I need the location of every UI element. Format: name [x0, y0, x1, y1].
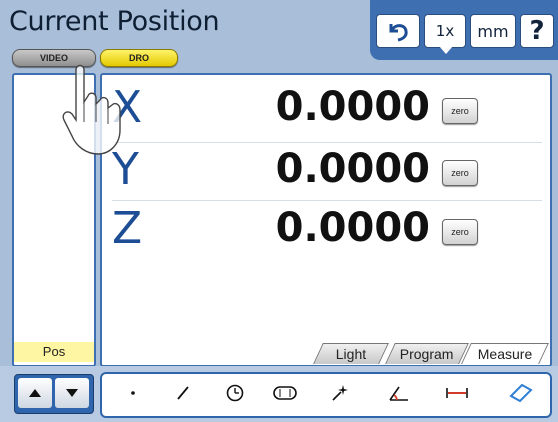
axis-value: 0.0000: [275, 146, 430, 192]
zoom-button[interactable]: 1x: [424, 14, 466, 48]
measure-auto-button[interactable]: [322, 378, 356, 408]
divider: [112, 142, 542, 143]
undo-icon: [389, 24, 408, 42]
point-icon: [131, 391, 135, 395]
up-arrow-icon: [29, 389, 41, 397]
measure-circle-button[interactable]: [218, 378, 252, 408]
pos-label[interactable]: Pos: [14, 342, 94, 362]
tab-program[interactable]: Program: [385, 343, 469, 364]
undo-button[interactable]: [376, 14, 420, 48]
measure-angle-button[interactable]: [382, 378, 416, 408]
tab-light[interactable]: Light: [313, 343, 389, 364]
pointer-hand-icon: [62, 64, 121, 155]
line-icon: [177, 386, 189, 400]
axis-letter: Z: [112, 203, 143, 254]
angle-icon: [389, 386, 408, 401]
zero-z-button[interactable]: zero: [442, 219, 478, 245]
axis-value: 0.0000: [275, 84, 430, 130]
axis-row-y: Y 0.0000 zero: [112, 144, 542, 199]
help-button[interactable]: ?: [520, 14, 554, 48]
zero-x-button[interactable]: zero: [442, 98, 478, 124]
tab-label: Program: [399, 346, 454, 362]
measure-line-button[interactable]: [166, 378, 200, 408]
down-arrow-icon: [66, 389, 78, 397]
tab-label: Light: [335, 346, 366, 362]
page-title: Current Position: [9, 6, 220, 37]
tab-measure[interactable]: Measure: [461, 343, 549, 364]
units-button[interactable]: mm: [470, 14, 516, 48]
axis-row-x: X 0.0000 zero: [112, 82, 542, 137]
measure-slot-button[interactable]: [268, 378, 302, 408]
measure-rectangle-button[interactable]: [504, 378, 538, 408]
zoom-indicator-icon: [439, 46, 453, 54]
axis-row-z: Z 0.0000 zero: [112, 203, 542, 258]
scroll-down-button[interactable]: [55, 378, 89, 408]
axis-value: 0.0000: [275, 205, 430, 251]
circle-icon: [226, 384, 244, 402]
scroll-up-button[interactable]: [18, 378, 52, 408]
slot-icon: [273, 386, 297, 400]
auto-measure-icon: [332, 385, 348, 401]
distance-icon: [446, 388, 468, 398]
measure-point-button[interactable]: [116, 378, 150, 408]
zero-y-button[interactable]: zero: [442, 160, 478, 186]
measure-distance-button[interactable]: [440, 378, 474, 408]
divider: [112, 200, 542, 201]
tab-label: Measure: [477, 346, 533, 362]
rectangle-icon: [509, 383, 533, 403]
